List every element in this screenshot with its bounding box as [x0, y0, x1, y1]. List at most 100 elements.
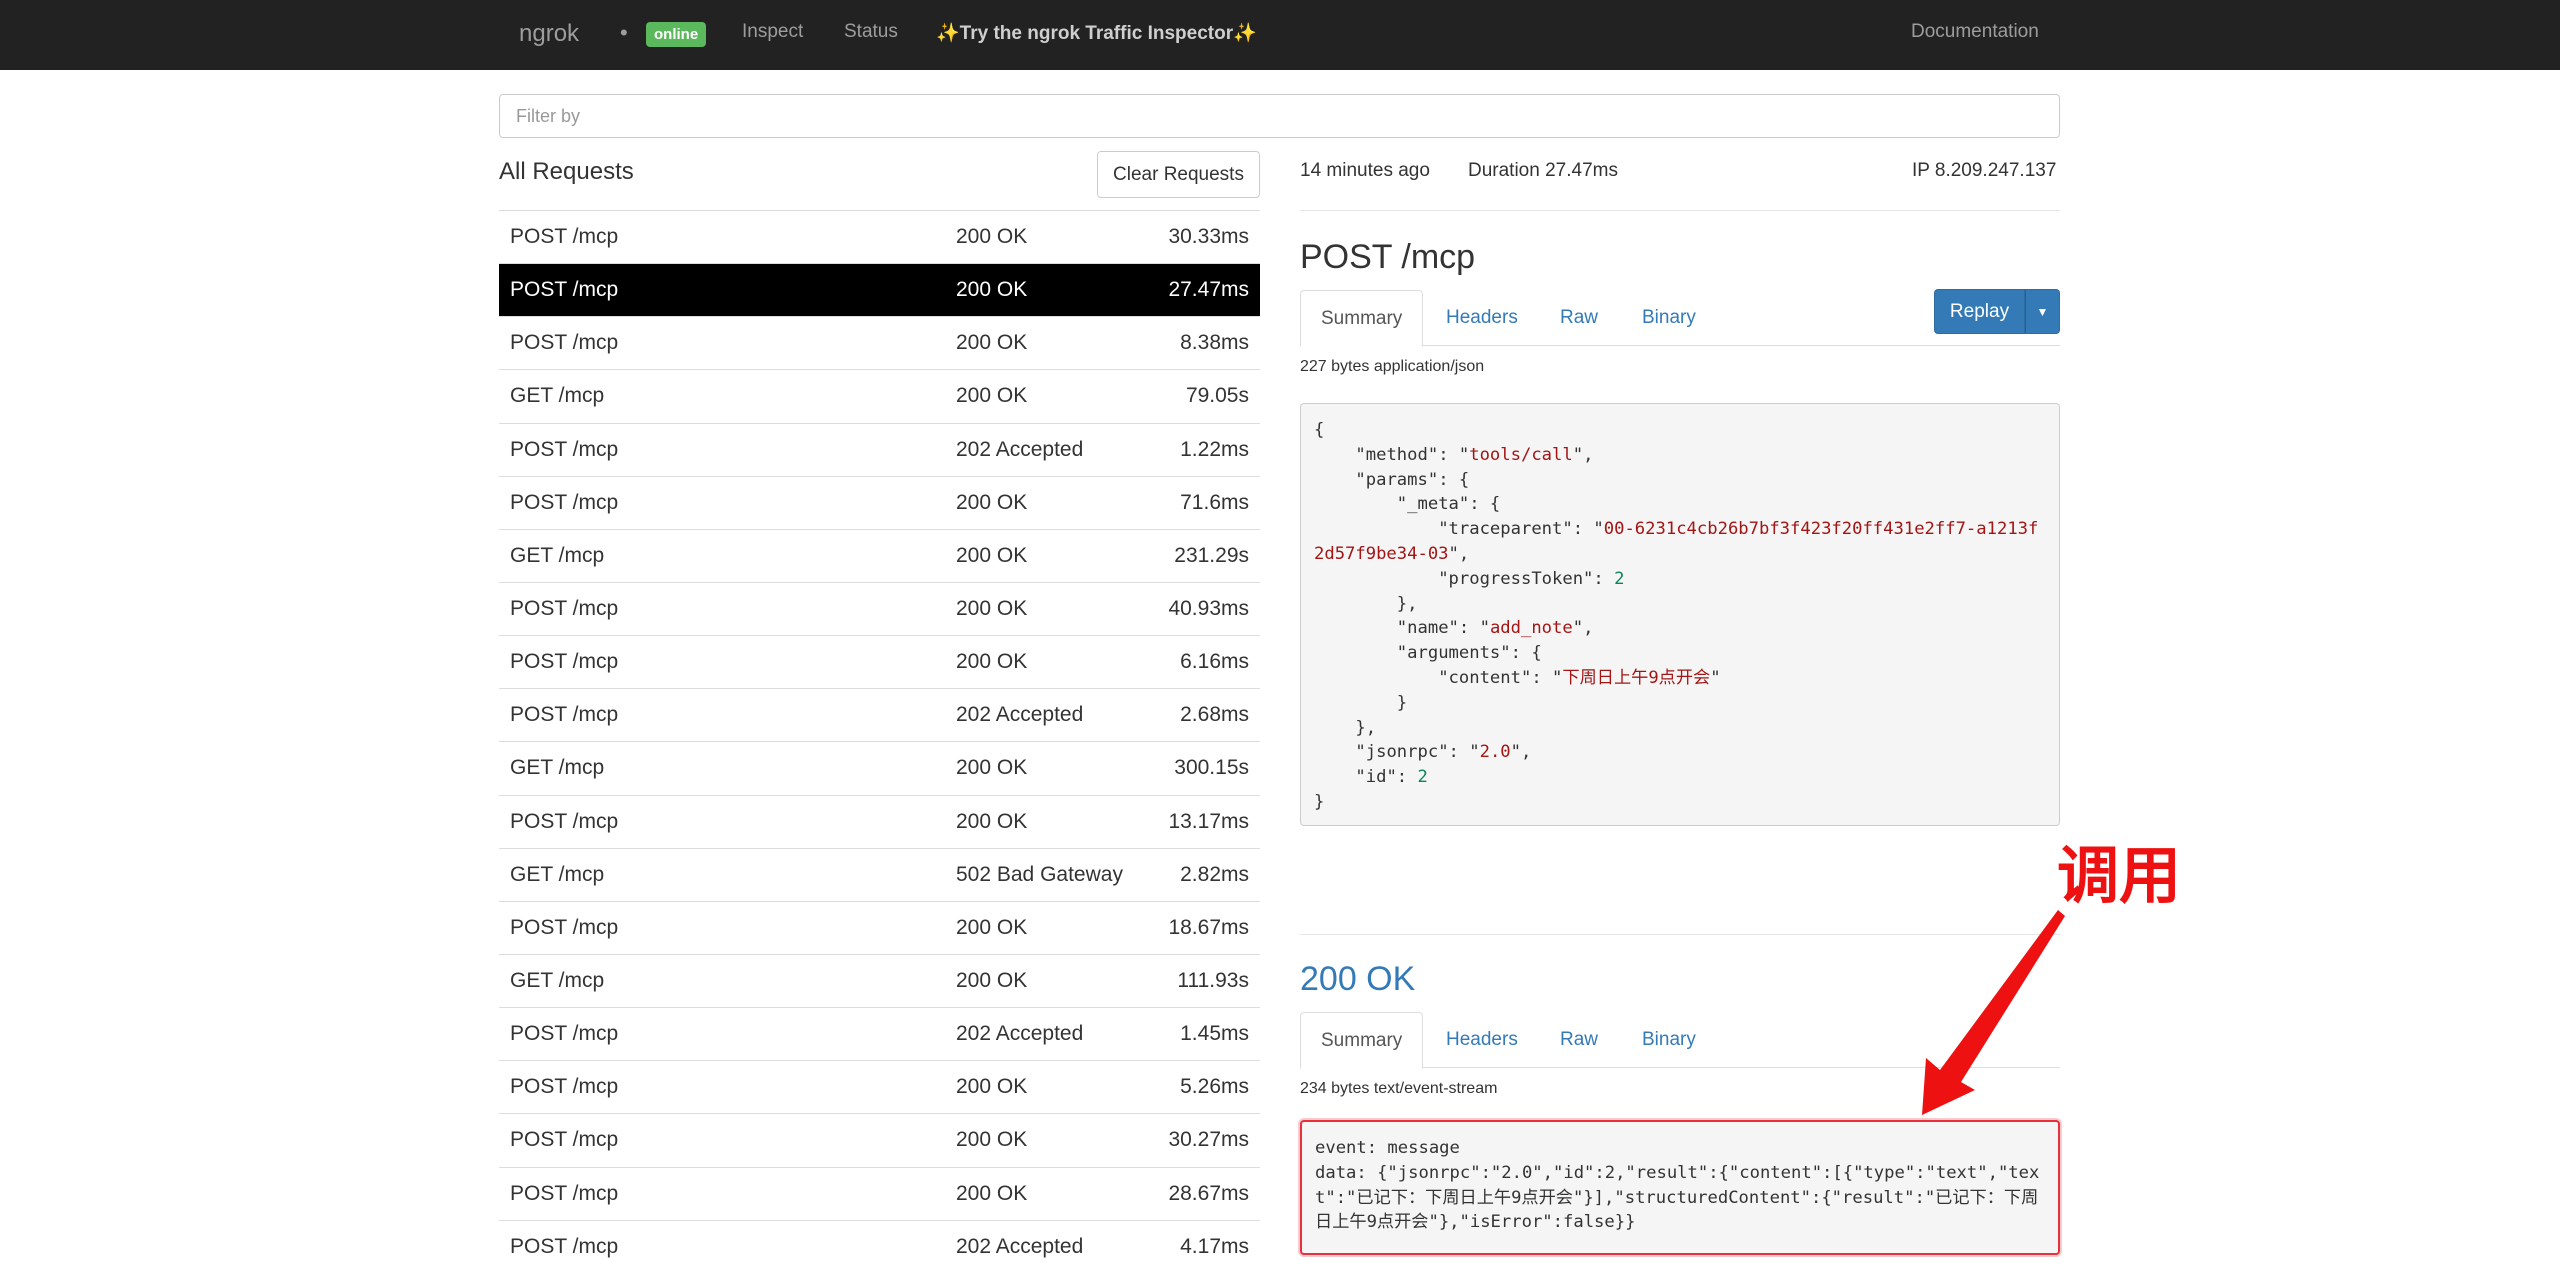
- request-duration-cell: 71.6ms: [1180, 490, 1249, 514]
- request-row[interactable]: POST /mcp 200 OK 30.33ms: [499, 210, 1260, 263]
- request-duration-cell: 27.47ms: [1168, 278, 1249, 302]
- request-status: 200 OK: [956, 809, 1028, 833]
- json-method-value: tools/call: [1469, 444, 1573, 465]
- request-status: 202 Accepted: [956, 703, 1084, 727]
- response-tab-headers[interactable]: Headers: [1426, 1012, 1538, 1068]
- request-duration-cell: 8.38ms: [1180, 331, 1249, 355]
- json-id-value: 2: [1417, 767, 1428, 788]
- request-status: 200 OK: [956, 756, 1028, 780]
- request-status: 200 OK: [956, 1128, 1028, 1152]
- request-method-path: GET /mcp: [510, 968, 605, 992]
- replay-button[interactable]: Replay: [1934, 289, 2025, 334]
- json-jsonrpc-value: 2.0: [1479, 742, 1511, 763]
- response-tab-summary[interactable]: Summary: [1300, 1012, 1424, 1069]
- request-duration-cell: 2.82ms: [1180, 862, 1249, 886]
- request-status: 200 OK: [956, 225, 1028, 248]
- request-tab-raw[interactable]: Raw: [1540, 290, 1618, 346]
- request-duration-cell: 231.29s: [1174, 543, 1249, 567]
- request-status: 200 OK: [956, 1181, 1028, 1205]
- request-tab-headers[interactable]: Headers: [1426, 290, 1538, 346]
- json-name-value: add_note: [1489, 618, 1573, 639]
- request-row[interactable]: POST /mcp 200 OK 71.6ms: [499, 475, 1260, 529]
- request-duration-cell: 300.15s: [1174, 756, 1249, 780]
- response-tab-raw[interactable]: Raw: [1540, 1012, 1618, 1068]
- request-duration-cell: 28.67ms: [1168, 1181, 1249, 1205]
- request-tab-binary[interactable]: Binary: [1622, 290, 1716, 346]
- request-duration-cell: 13.17ms: [1168, 809, 1249, 833]
- request-status: 200 OK: [956, 331, 1028, 355]
- request-row[interactable]: GET /mcp 502 Bad Gateway 2.82ms: [499, 847, 1260, 901]
- request-row[interactable]: GET /mcp 200 OK 111.93s: [499, 953, 1260, 1007]
- response-data-line: data: {"jsonrpc":"2.0","id":2,"result":{…: [1315, 1162, 2040, 1233]
- request-row[interactable]: POST /mcp 202 Accepted 4.17ms: [499, 1219, 1260, 1273]
- request-time-ago: 14 minutes ago: [1300, 160, 1430, 181]
- request-method-path: POST /mcp: [510, 1181, 619, 1205]
- brand-logo[interactable]: ngrok: [519, 20, 579, 48]
- annotation-label: 调用: [2057, 839, 2182, 912]
- request-method-path: POST /mcp: [510, 596, 619, 620]
- nav-traffic-inspector-link[interactable]: ✨Try the ngrok Traffic Inspector✨: [936, 21, 1257, 45]
- request-method-path: GET /mcp: [510, 756, 605, 780]
- request-duration-cell: 2.68ms: [1180, 703, 1249, 727]
- request-row[interactable]: POST /mcp 202 Accepted 2.68ms: [499, 688, 1260, 741]
- divider: [1300, 210, 2060, 211]
- request-method-path: GET /mcp: [510, 384, 605, 408]
- request-method-path: POST /mcp: [510, 1128, 619, 1152]
- replay-dropdown-toggle[interactable]: ▼: [2025, 289, 2060, 334]
- request-row[interactable]: POST /mcp 200 OK 27.47ms: [499, 263, 1260, 317]
- request-duration-cell: 1.45ms: [1180, 1022, 1249, 1046]
- filter-input[interactable]: [499, 94, 2060, 138]
- request-row[interactable]: GET /mcp 200 OK 231.29s: [499, 528, 1260, 582]
- json-progress-token-value: 2: [1614, 568, 1625, 589]
- request-row[interactable]: POST /mcp 200 OK 6.16ms: [499, 635, 1260, 688]
- request-row[interactable]: POST /mcp 200 OK 28.67ms: [499, 1166, 1260, 1220]
- request-duration-cell: 5.26ms: [1180, 1075, 1249, 1099]
- request-row[interactable]: POST /mcp 202 Accepted 1.22ms: [499, 422, 1260, 476]
- request-method-path: POST /mcp: [510, 650, 619, 674]
- request-duration-cell: 1.22ms: [1180, 437, 1249, 461]
- request-status: 200 OK: [956, 490, 1028, 514]
- nav-inspect-link[interactable]: Inspect: [742, 21, 803, 43]
- response-title: 200 OK: [1300, 960, 1416, 998]
- request-row[interactable]: POST /mcp 200 OK 40.93ms: [499, 581, 1260, 635]
- request-method-path: POST /mcp: [510, 915, 619, 939]
- clear-requests-button[interactable]: Clear Requests: [1097, 151, 1260, 198]
- request-row[interactable]: GET /mcp 200 OK 79.05s: [499, 369, 1260, 422]
- request-status: 200 OK: [956, 915, 1028, 939]
- request-status: 200 OK: [956, 596, 1028, 620]
- json-content-value: 下周日上午9点开会: [1562, 667, 1711, 688]
- request-method-path: POST /mcp: [510, 278, 619, 302]
- request-row[interactable]: GET /mcp 200 OK 300.15s: [499, 741, 1260, 794]
- request-ip: IP 8.209.247.137: [1912, 160, 2057, 181]
- request-duration-cell: 40.93ms: [1168, 596, 1249, 620]
- request-row[interactable]: POST /mcp 202 Accepted 1.45ms: [499, 1007, 1260, 1060]
- request-row[interactable]: POST /mcp 200 OK 30.27ms: [499, 1113, 1260, 1166]
- request-title: POST /mcp: [1300, 238, 1476, 276]
- request-duration-cell: 4.17ms: [1180, 1234, 1249, 1258]
- request-list: POST /mcp 200 OK 30.33ms POST /mcp 200 OK 27.…: [499, 210, 1260, 1273]
- request-row[interactable]: POST /mcp 200 OK 8.38ms: [499, 316, 1260, 369]
- online-status-badge: online: [646, 22, 707, 47]
- response-tab-binary[interactable]: Binary: [1622, 1012, 1716, 1068]
- request-method-path: POST /mcp: [510, 809, 619, 833]
- request-row[interactable]: POST /mcp 200 OK 13.17ms: [499, 794, 1260, 848]
- request-status: 202 Accepted: [956, 1234, 1084, 1258]
- separator-dot: •: [620, 20, 628, 45]
- request-row[interactable]: POST /mcp 200 OK 5.26ms: [499, 1060, 1260, 1113]
- annotation-arrow-icon: [1922, 910, 2065, 1115]
- nav-documentation-link[interactable]: Documentation: [1911, 21, 2039, 43]
- request-status: 200 OK: [956, 650, 1028, 674]
- request-status: 502 Bad Gateway: [956, 862, 1123, 886]
- request-duration-cell: 30.33ms: [1168, 225, 1249, 248]
- request-row[interactable]: POST /mcp 200 OK 18.67ms: [499, 900, 1260, 954]
- request-tab-summary[interactable]: Summary: [1300, 290, 1424, 347]
- top-navbar: ngrok • online Inspect Status ✨Try the n…: [0, 0, 2560, 70]
- response-bytes-info: 234 bytes text/event-stream: [1300, 1080, 1498, 1097]
- request-method-path: POST /mcp: [510, 490, 619, 514]
- request-body-json: { "method": "tools/call", "params": { "_…: [1300, 403, 2060, 826]
- request-method-path: POST /mcp: [510, 437, 619, 461]
- request-status: 202 Accepted: [956, 437, 1084, 461]
- request-duration-cell: 111.93s: [1177, 968, 1249, 992]
- nav-status-link[interactable]: Status: [844, 21, 898, 43]
- request-status: 200 OK: [956, 543, 1028, 567]
